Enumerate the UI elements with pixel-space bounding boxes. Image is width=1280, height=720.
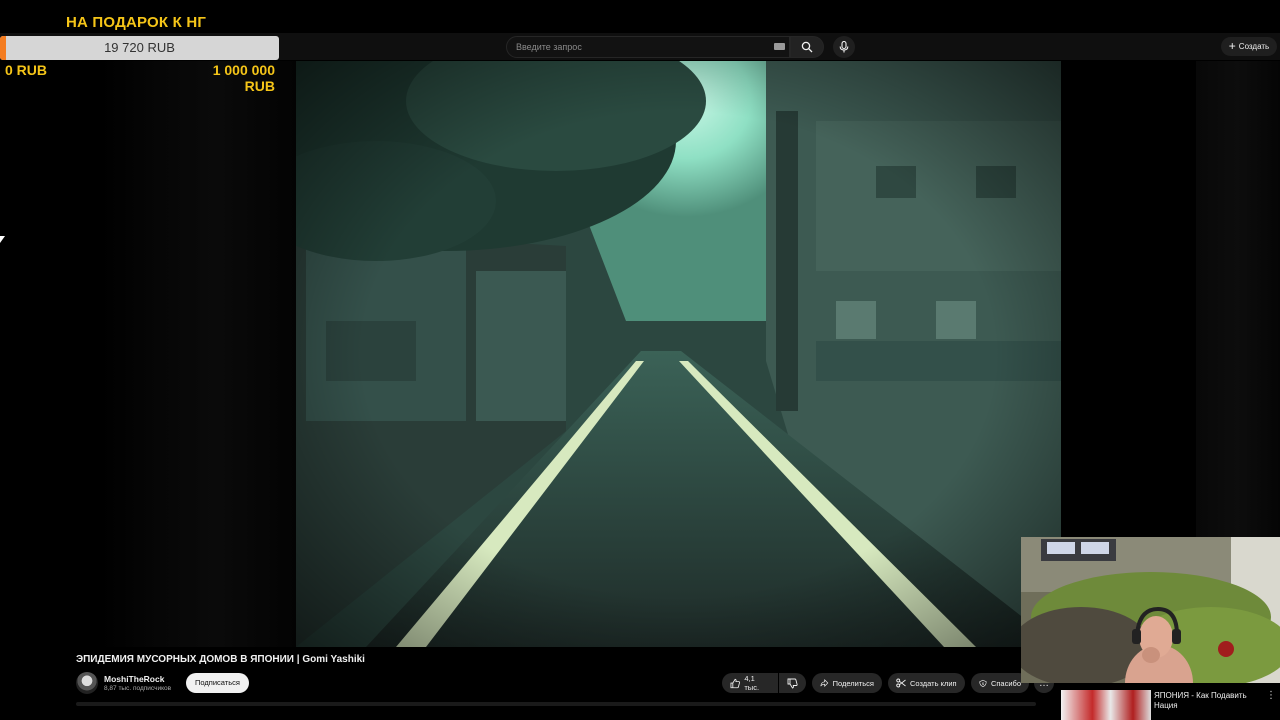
plus-icon: + (1228, 39, 1236, 53)
video-scene-street (296, 61, 1061, 647)
like-count: 4,1 тыс. (744, 674, 760, 692)
clip-label: Создать клип (910, 678, 957, 688)
channel-avatar[interactable] (76, 672, 98, 694)
webcam-overlay (1021, 537, 1280, 683)
search-button[interactable] (790, 36, 824, 58)
thanks-label: Спасибо (990, 678, 1021, 688)
donation-current-amount: 19 720 RUB (104, 40, 175, 55)
thumbs-down-icon (787, 678, 798, 688)
donation-progress-bar: 19 720 RUB (0, 36, 279, 60)
microphone-icon (839, 41, 849, 53)
like-button[interactable]: 4,1 тыс. (722, 673, 778, 693)
recommended-video-thumbnail[interactable] (1061, 690, 1151, 720)
search-box[interactable] (506, 36, 790, 58)
donation-goal-title: НА ПОДАРОК К НГ (66, 14, 207, 31)
dislike-button[interactable] (779, 673, 806, 693)
thumbs-up-icon (730, 678, 740, 688)
video-frame[interactable] (296, 61, 1061, 647)
donation-goal-min: 0 RUB (5, 62, 48, 78)
keyboard-icon[interactable] (774, 43, 785, 50)
super-thanks-icon: $ (979, 679, 987, 687)
recommended-more-icon[interactable]: ⋮ (1266, 690, 1276, 701)
share-arrow-icon (820, 679, 829, 687)
description-divider (76, 702, 1036, 706)
search-icon (801, 41, 813, 53)
search-input[interactable] (507, 37, 789, 57)
create-label: Создать (1238, 42, 1270, 51)
scissors-icon (896, 678, 906, 688)
webcam-feed-image (1021, 537, 1280, 683)
share-button[interactable]: Поделиться (812, 673, 882, 693)
video-title: ЭПИДЕМИЯ МУСОРНЫХ ДОМОВ В ЯПОНИИ | Gomi … (76, 654, 365, 665)
voice-search-button[interactable] (833, 36, 855, 58)
svg-text:$: $ (982, 681, 984, 685)
subscribe-button[interactable]: Подписаться (186, 673, 249, 693)
share-label: Поделиться (832, 678, 874, 688)
donation-goal-max: 1 000 000 RUB (212, 62, 275, 94)
channel-subscriber-count: 8,87 тыс. подписчиков (104, 685, 172, 692)
player-letterbox-left (100, 61, 296, 647)
mouse-cursor-icon (0, 236, 5, 243)
recommended-video-title[interactable]: ЯПОНИЯ - Как Подавить Нация (1154, 691, 1264, 711)
create-button[interactable]: + Создать (1221, 37, 1277, 56)
channel-name[interactable]: MoshiTheRock (104, 674, 164, 684)
create-clip-button[interactable]: Создать клип (888, 673, 965, 693)
